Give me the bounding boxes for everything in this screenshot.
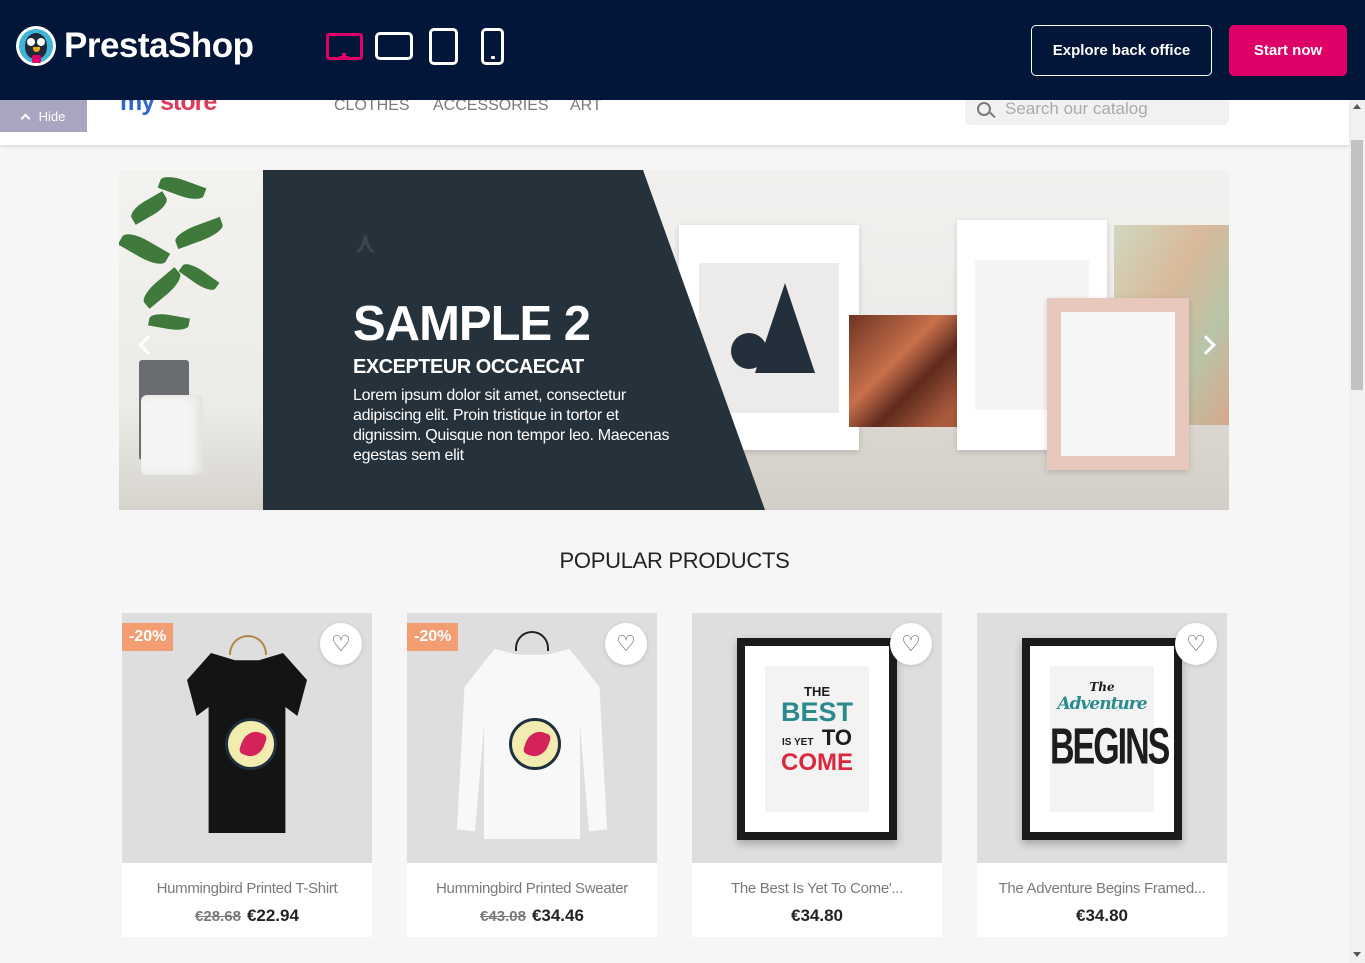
heart-icon: ♡ <box>331 631 351 656</box>
poster-text-best: BEST <box>780 697 853 727</box>
demo-top-bar: PrestaShop Explore back office Start now <box>0 0 1365 100</box>
product-price-block: €43.08 €34.46 <box>407 906 657 926</box>
poster-text-is-yet: IS YET <box>781 737 814 748</box>
popular-products-title: POPULAR PRODUCTS <box>559 548 790 573</box>
slide-title: SAMPLE 2 <box>353 297 591 351</box>
scroll-up-arrow-icon[interactable] <box>1353 104 1361 109</box>
product-card[interactable]: ♡ The Adventure BEGINS The Adventure Beg… <box>977 613 1227 937</box>
poster-text-begins: BEGINS <box>1050 718 1170 776</box>
product-card[interactable]: -20% ♡ Hummingbird Printed T-Shirt €28.6… <box>122 613 372 937</box>
product-price: €22.94 <box>246 906 299 925</box>
product-name[interactable]: Hummingbird Printed T-Shirt <box>122 880 372 897</box>
desktop-view-button[interactable] <box>324 28 364 64</box>
product-card[interactable]: ♡ THE BEST IS YET TO COME The Best Is Ye… <box>692 613 942 937</box>
poster-text-come: COME <box>781 749 853 776</box>
scroll-down-arrow-icon[interactable] <box>1353 952 1361 957</box>
product-image[interactable]: -20% ♡ <box>407 613 657 863</box>
store-header: Hide my store CLOTHES ACCESSORIES ART <box>0 100 1349 145</box>
product-price-block: €34.80 <box>692 906 942 926</box>
discount-badge: -20% <box>407 623 459 651</box>
nav-accessories[interactable]: ACCESSORIES <box>433 100 549 115</box>
product-name[interactable]: The Adventure Begins Framed... <box>977 880 1227 897</box>
wishlist-button[interactable]: ♡ <box>890 623 932 665</box>
hide-bar-button[interactable]: Hide <box>0 100 87 132</box>
brand-mark-icon: ⋏ <box>355 227 376 258</box>
wishlist-button[interactable]: ♡ <box>320 623 362 665</box>
product-image[interactable]: ♡ THE BEST IS YET TO COME <box>692 613 942 863</box>
discount-badge: -20% <box>122 623 174 651</box>
page-scrollbar[interactable] <box>1349 100 1365 963</box>
search-box <box>965 100 1229 125</box>
start-now-button[interactable]: Start now <box>1229 25 1347 76</box>
product-price-block: €28.68 €22.94 <box>122 906 372 926</box>
slide-text: Lorem ipsum dolor sit amet, consectetur … <box>353 387 670 464</box>
heart-icon: ♡ <box>616 631 636 656</box>
tablet-portrait-icon <box>428 27 458 65</box>
wishlist-button[interactable]: ♡ <box>605 623 647 665</box>
regular-price: €43.08 <box>480 908 526 925</box>
product-price: €34.80 <box>791 906 843 925</box>
product-price: €34.46 <box>531 906 584 925</box>
chevron-up-icon <box>20 113 31 123</box>
heart-icon: ♡ <box>1186 631 1206 656</box>
hero-slider: ⋏ SAMPLE 2 EXCEPTEUR OCCAECAT Lorem ipsu… <box>119 170 1229 510</box>
product-image[interactable]: ♡ The Adventure BEGINS <box>977 613 1227 863</box>
search-icon[interactable] <box>977 101 991 116</box>
store-logo[interactable]: my store <box>120 100 217 117</box>
poster-text-to: TO <box>821 725 853 750</box>
tablet-landscape-icon <box>375 32 413 60</box>
slide-subtitle: EXCEPTEUR OCCAECAT <box>353 356 584 378</box>
prestashop-wordmark: PrestaShop <box>64 26 254 65</box>
poster-text-adventure: Adventure <box>1057 694 1147 714</box>
nav-clothes[interactable]: CLOTHES <box>334 100 410 115</box>
product-card[interactable]: -20% ♡ Hummingbird Printed Sweater €43.0… <box>407 613 657 937</box>
product-name[interactable]: The Best Is Yet To Come'... <box>692 880 942 897</box>
product-image[interactable]: -20% ♡ <box>122 613 372 863</box>
product-price: €34.80 <box>1076 906 1128 925</box>
nav-art[interactable]: ART <box>570 100 602 115</box>
puffin-logo-icon <box>16 26 56 66</box>
product-name[interactable]: Hummingbird Printed Sweater <box>407 880 657 897</box>
prestashop-logo[interactable]: PrestaShop <box>16 26 254 66</box>
scroll-thumb[interactable] <box>1351 140 1363 390</box>
poster-text-the: The <box>1089 680 1115 694</box>
product-price-block: €34.80 <box>977 906 1227 926</box>
hide-label: Hide <box>38 108 66 124</box>
heart-icon: ♡ <box>901 631 921 656</box>
tablet-landscape-view-button[interactable] <box>374 28 414 64</box>
regular-price: €28.68 <box>195 908 241 925</box>
tablet-portrait-view-button[interactable] <box>428 27 458 65</box>
search-input[interactable] <box>1005 100 1205 119</box>
wishlist-button[interactable]: ♡ <box>1175 623 1217 665</box>
mobile-icon <box>480 27 504 65</box>
explore-back-office-button[interactable]: Explore back office <box>1031 25 1212 76</box>
mobile-view-button[interactable] <box>480 27 504 65</box>
